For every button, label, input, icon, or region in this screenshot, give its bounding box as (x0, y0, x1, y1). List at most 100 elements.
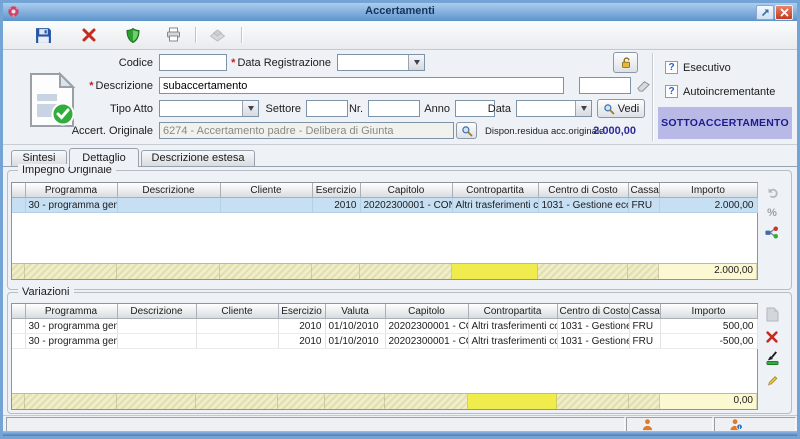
col-contropartita[interactable]: Contropartita (468, 304, 557, 319)
row-selector-cell (12, 319, 25, 334)
relations-button[interactable] (763, 224, 781, 241)
impegno-total-row: 2.000,00 (12, 263, 757, 279)
variazioni-header-row: Programma Descrizione Cliente Esercizio … (12, 304, 757, 319)
col-importo[interactable]: Importo (659, 183, 757, 198)
descrizione-input[interactable] (159, 77, 564, 94)
status-bar (3, 415, 797, 432)
cell-programma: 30 - programma generico (25, 334, 117, 349)
accert-originale-input[interactable] (159, 122, 454, 139)
cell-cliente (196, 334, 278, 349)
col-esercizio[interactable]: Esercizio (278, 304, 325, 319)
dispon-residua-value: 2.000,00 (581, 125, 636, 137)
pencil-icon (765, 374, 779, 388)
save-icon (35, 27, 52, 44)
stamp-icon (208, 27, 227, 43)
col-contropartita[interactable]: Contropartita (452, 183, 538, 198)
cell-cliente (220, 198, 312, 213)
cell-cliente (196, 319, 278, 334)
impegno-row-selected[interactable]: 30 - programma generico 2010 20202300001… (12, 198, 757, 213)
col-programma[interactable]: Programma (25, 183, 117, 198)
percent-icon: % (767, 207, 777, 219)
clear-descrizione-button[interactable] (636, 78, 651, 96)
user-icon[interactable] (641, 418, 654, 431)
codice-input[interactable] (159, 54, 227, 71)
delete-variation-button[interactable] (763, 328, 781, 345)
percent-button[interactable]: % (763, 204, 781, 221)
chevron-down-icon[interactable] (575, 101, 591, 116)
autoincrementante-label: Autoincrementante (683, 86, 775, 98)
col-cassa[interactable]: Cassa (629, 304, 660, 319)
node-link-icon (764, 225, 780, 240)
col-capitolo[interactable]: Capitolo (385, 304, 468, 319)
esecutivo-checkbox[interactable]: ? (665, 61, 678, 74)
print-button[interactable] (161, 24, 185, 46)
lock-button[interactable] (613, 52, 638, 73)
col-cliente[interactable]: Cliente (220, 183, 312, 198)
cell-centro-di-costo: 1031 - Gestione ecor (557, 334, 629, 349)
codice-label: Codice (63, 57, 153, 69)
tipo-atto-combo[interactable] (159, 100, 259, 117)
undo-variation-button[interactable] (763, 184, 781, 201)
data-registrazione-combo[interactable] (337, 54, 425, 71)
cancel-button[interactable] (77, 24, 101, 46)
padlock-icon (619, 56, 633, 70)
cell-capitolo: 20202300001 - CON (385, 319, 468, 334)
data-combo[interactable] (516, 100, 592, 117)
toolbar-separator (195, 27, 197, 43)
apply-variation-button[interactable] (763, 350, 781, 367)
magnifier-icon (461, 125, 473, 137)
tab-descrizione-estesa[interactable]: Descrizione estesa (141, 150, 255, 166)
cell-capitolo: 20202300001 - CON (385, 334, 468, 349)
stamp-button[interactable] (205, 24, 229, 46)
accertamenti-window: Accertamenti (0, 0, 800, 439)
col-importo[interactable]: Importo (660, 304, 757, 319)
restore-window-button[interactable] (756, 5, 774, 20)
red-x-icon (81, 27, 97, 43)
row-selector-cell (12, 334, 25, 349)
cell-contropartita: Altri trasferimenti correr (452, 198, 538, 213)
cell-esercizio: 2010 (312, 198, 360, 213)
col-cassa[interactable]: Cassa (628, 183, 659, 198)
title-bar[interactable]: Accertamenti (3, 3, 797, 22)
user-info-icon[interactable] (729, 418, 743, 431)
security-button[interactable] (121, 24, 145, 46)
col-capitolo[interactable]: Capitolo (360, 183, 452, 198)
cell-contropartita: Altri trasferimenti cor (468, 334, 557, 349)
descrizione-extra-input[interactable] (579, 77, 631, 94)
arrow-into-base-icon (765, 351, 780, 366)
new-document-icon (766, 307, 779, 322)
tab-dettaglio[interactable]: Dettaglio (69, 148, 139, 167)
col-esercizio[interactable]: Esercizio (312, 183, 360, 198)
toolbar (3, 21, 797, 50)
question-box-icon: ? (665, 85, 678, 98)
close-icon (780, 8, 789, 17)
variazioni-row[interactable]: 30 - programma generico 2010 01/10/2010 … (12, 319, 757, 334)
cell-centro-di-costo: 1031 - Gestione econom (538, 198, 628, 213)
impegno-table: Programma Descrizione Cliente Esercizio … (12, 183, 758, 213)
col-centro-di-costo[interactable]: Centro di Costo (557, 304, 629, 319)
variazioni-row[interactable]: 30 - programma generico 2010 01/10/2010 … (12, 334, 757, 349)
nr-input[interactable] (368, 100, 420, 117)
search-accertamento-button[interactable] (456, 122, 477, 139)
col-centro-di-costo[interactable]: Centro di Costo (538, 183, 628, 198)
toolbar-separator (241, 27, 243, 43)
col-descrizione[interactable]: Descrizione (117, 183, 220, 198)
new-variation-button[interactable] (763, 306, 781, 323)
edit-variation-button[interactable] (763, 372, 781, 389)
vedi-button[interactable]: Vedi (597, 99, 645, 118)
autoincrementante-checkbox[interactable]: ? (665, 85, 678, 98)
cell-centro-di-costo: 1031 - Gestione ecor (557, 319, 629, 334)
close-window-button[interactable] (775, 5, 793, 20)
status-section-message (6, 417, 625, 432)
chevron-down-icon[interactable] (408, 55, 424, 70)
col-descrizione[interactable]: Descrizione (117, 304, 196, 319)
col-cliente[interactable]: Cliente (196, 304, 278, 319)
esecutivo-label: Esecutivo (683, 62, 731, 74)
nr-label: Nr. (333, 103, 363, 115)
status-section-user (626, 417, 713, 432)
vedi-button-label: Vedi (618, 103, 639, 115)
col-programma[interactable]: Programma (25, 304, 117, 319)
col-valuta[interactable]: Valuta (325, 304, 385, 319)
save-button[interactable] (31, 24, 55, 46)
data-label: Data (481, 103, 511, 115)
